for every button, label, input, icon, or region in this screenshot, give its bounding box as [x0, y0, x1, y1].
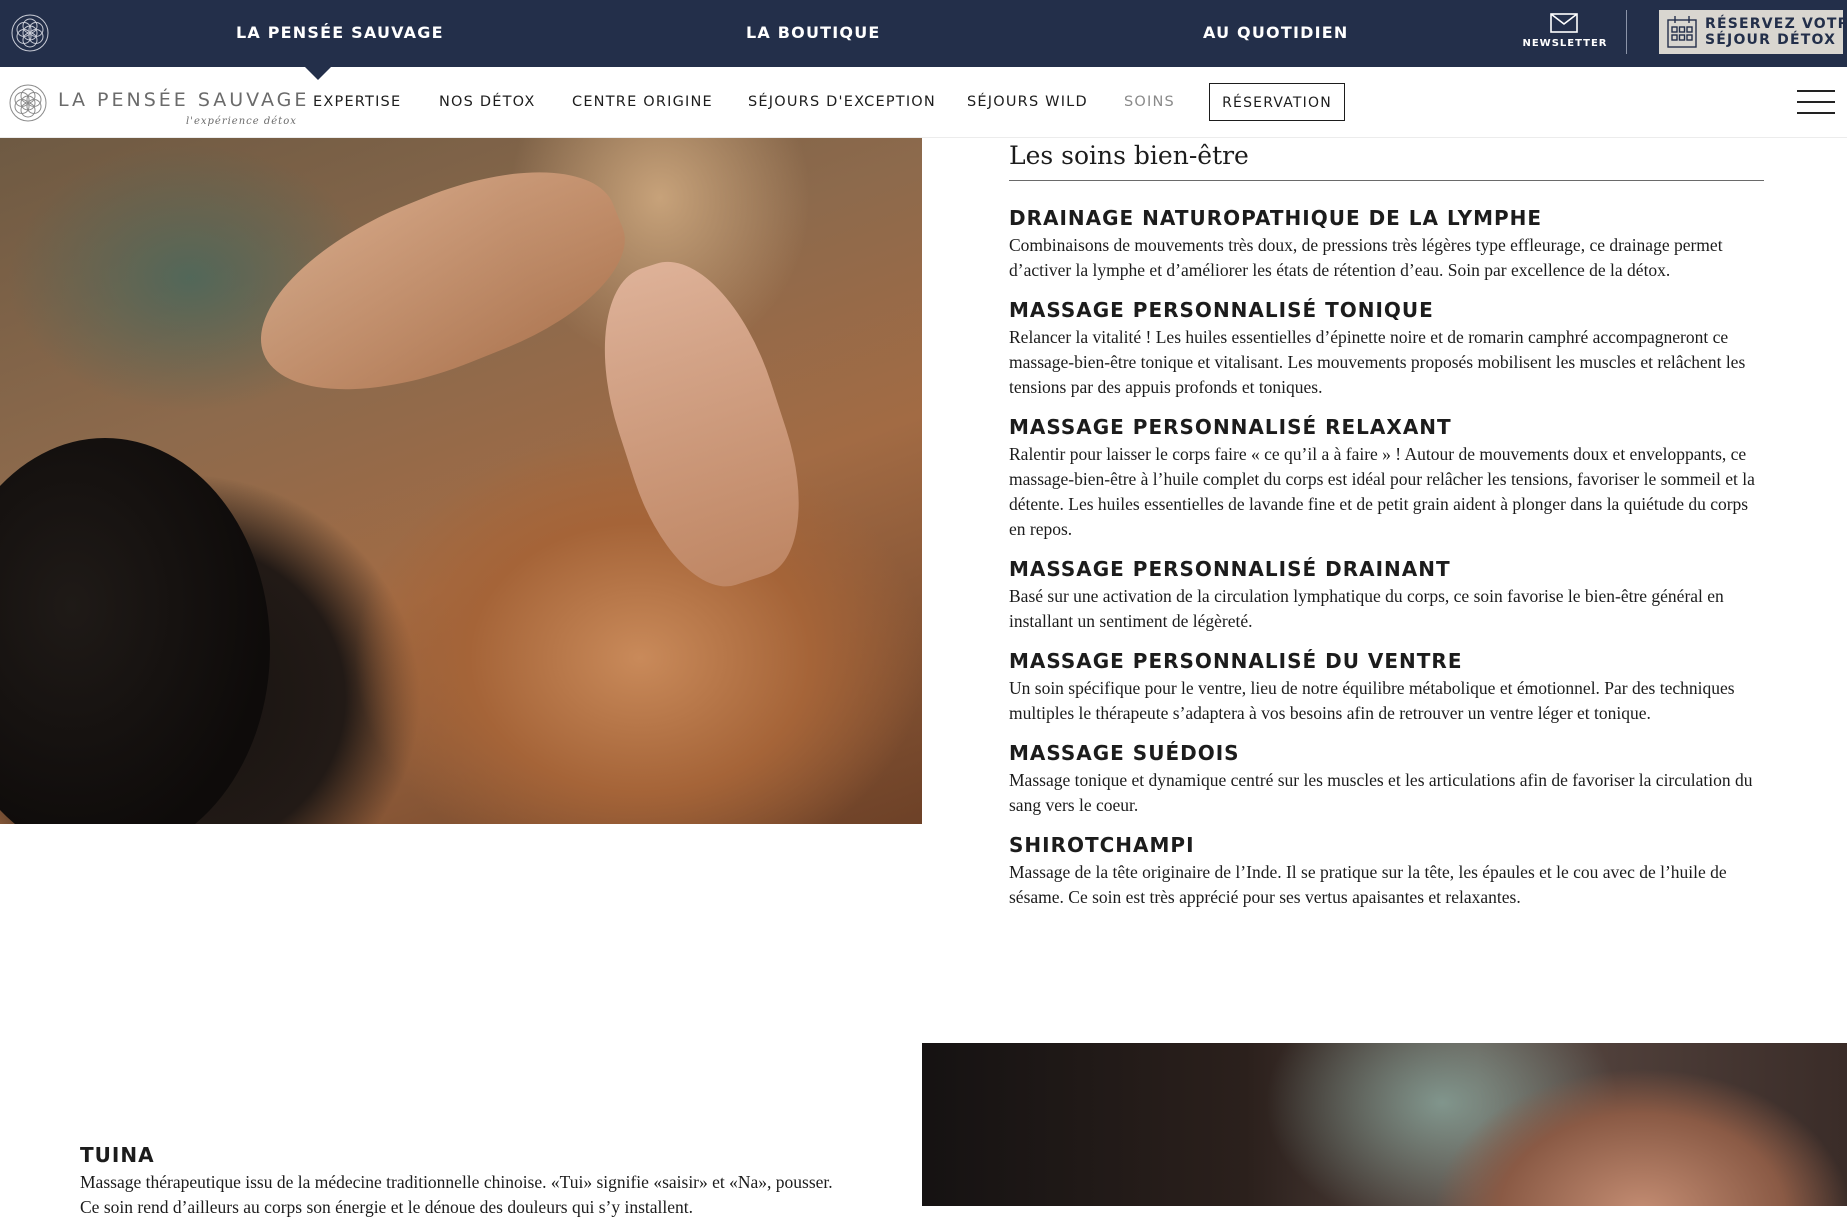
massage-photo — [0, 138, 922, 824]
tuina-description: Massage thérapeutique issu de la médecin… — [80, 1172, 833, 1217]
brand-name: LA PENSÉE SAUVAGE — [58, 89, 310, 111]
flower-of-life-brand-icon — [9, 84, 47, 122]
book-detox-button[interactable]: RÉSERVEZ VOTRE SÉJOUR DÉTOX — [1659, 10, 1847, 54]
flower-of-life-logo-icon[interactable] — [10, 13, 50, 53]
soin-item: MASSAGE SUÉDOIS Massage tonique et dynam… — [1009, 738, 1764, 818]
nav-item-soins[interactable]: SOINS — [1124, 67, 1175, 137]
soin-description: Combinaisons de mouvements très doux, de… — [1009, 235, 1723, 280]
toplink-la-boutique[interactable]: LA BOUTIQUE — [746, 0, 881, 67]
soin-item: SHIROTCHAMPI Massage de la tête originai… — [1009, 830, 1764, 910]
newsletter-label: NEWSLETTER — [1522, 38, 1608, 49]
soin-item: MASSAGE PERSONNALISÉ DRAINANT Basé sur u… — [1009, 554, 1764, 634]
soin-description: Basé sur une activation de la circulatio… — [1009, 586, 1724, 631]
soin-description: Massage de la tête originaire de l’Inde.… — [1009, 862, 1727, 907]
top-divider — [1626, 10, 1627, 54]
soin-title: SHIROTCHAMPI — [1009, 833, 1195, 857]
hamburger-menu-icon[interactable] — [1797, 85, 1835, 119]
soin-item: DRAINAGE NATUROPATHIQUE DE LA LYMPHE Com… — [1009, 203, 1764, 283]
newsletter-link[interactable]: NEWSLETTER — [1508, 0, 1622, 67]
calendar-icon — [1667, 16, 1697, 48]
soin-title: MASSAGE PERSONNALISÉ RELAXANT — [1009, 415, 1452, 439]
nav-item-centre-origine[interactable]: CENTRE ORIGINE — [572, 67, 713, 137]
soin-title: MASSAGE SUÉDOIS — [1009, 741, 1240, 765]
hands-photo — [922, 1043, 1847, 1206]
brand-logo[interactable]: LA PENSÉE SAUVAGE l'expérience détox — [8, 79, 306, 131]
soin-description: Relancer la vitalité ! Les huiles essent… — [1009, 327, 1746, 397]
main-navigation: LA PENSÉE SAUVAGE l'expérience détox EXP… — [0, 67, 1847, 138]
soin-description: Ralentir pour laisser le corps faire « c… — [1009, 444, 1755, 539]
envelope-icon — [1550, 13, 1578, 33]
soin-description: Massage tonique et dynamique centré sur … — [1009, 770, 1753, 815]
tuina-section: TUINA Massage thérapeutique issu de la m… — [80, 1140, 840, 1220]
soins-section: Les soins bien-être DRAINAGE NATUROPATHI… — [1009, 138, 1764, 910]
soin-title: MASSAGE PERSONNALISÉ TONIQUE — [1009, 298, 1434, 322]
soin-item: MASSAGE PERSONNALISÉ TONIQUE Relancer la… — [1009, 295, 1764, 400]
top-bar: LA PENSÉE SAUVAGE LA BOUTIQUE AU QUOTIDI… — [0, 0, 1847, 80]
toplink-la-pensee-sauvage[interactable]: LA PENSÉE SAUVAGE — [236, 0, 444, 67]
reservation-button[interactable]: RÉSERVATION — [1209, 83, 1345, 121]
soin-title: DRAINAGE NATUROPATHIQUE DE LA LYMPHE — [1009, 206, 1543, 230]
book-button-line2: SÉJOUR DÉTOX — [1705, 32, 1837, 48]
section-title: Les soins bien-être — [1009, 138, 1764, 181]
active-tab-caret — [305, 67, 331, 80]
book-button-line1: RÉSERVEZ VOTRE — [1705, 16, 1847, 32]
nav-item-sejours-exception[interactable]: SÉJOURS D'EXCEPTION — [748, 67, 936, 137]
soin-description: Un soin spécifique pour le ventre, lieu … — [1009, 678, 1735, 723]
nav-item-nos-detox[interactable]: NOS DÉTOX — [439, 67, 535, 137]
soin-item: MASSAGE PERSONNALISÉ DU VENTRE Un soin s… — [1009, 646, 1764, 726]
brand-tagline: l'expérience détox — [186, 116, 297, 127]
soin-item: MASSAGE PERSONNALISÉ RELAXANT Ralentir p… — [1009, 412, 1764, 542]
soin-title: MASSAGE PERSONNALISÉ DRAINANT — [1009, 557, 1451, 581]
tuina-title: TUINA — [80, 1143, 155, 1167]
toplink-au-quotidien[interactable]: AU QUOTIDIEN — [1203, 0, 1348, 67]
nav-item-sejours-wild[interactable]: SÉJOURS WILD — [967, 67, 1088, 137]
soin-title: MASSAGE PERSONNALISÉ DU VENTRE — [1009, 649, 1463, 673]
